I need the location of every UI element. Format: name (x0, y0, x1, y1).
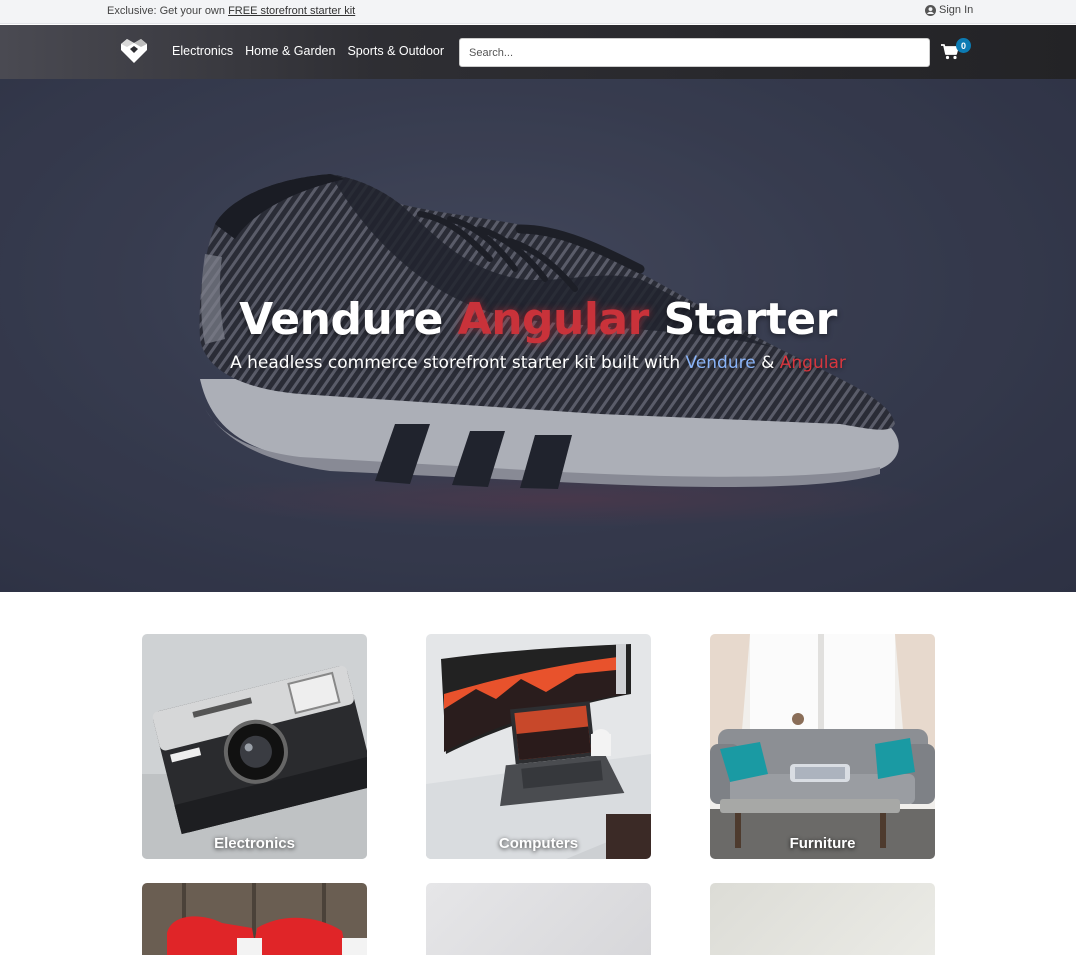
hero-subtitle-amp: & (755, 353, 780, 373)
promo-bar: Exclusive: Get your own FREE storefront … (0, 0, 1076, 24)
boxing-gloves-image (142, 883, 367, 955)
sofa-image (710, 634, 935, 859)
hero-title: Vendure Angular Starter (0, 294, 1076, 345)
sign-in-link[interactable]: Sign In (925, 4, 973, 16)
category-label: Computers (498, 835, 579, 852)
hero-title-angular: Angular (457, 294, 650, 345)
main-header: Electronics Home & Garden Sports & Outdo… (0, 25, 1076, 79)
hero-banner: Vendure Angular Starter A headless comme… (0, 79, 1076, 592)
nav-electronics[interactable]: Electronics (172, 44, 233, 58)
computer-image (426, 634, 651, 859)
category-card-4[interactable] (426, 883, 651, 955)
logo-icon[interactable] (119, 38, 149, 64)
nav-sports-outdoor[interactable]: Sports & Outdoor (347, 44, 444, 58)
category-card-computers[interactable]: Computers (426, 634, 651, 859)
search-input[interactable] (459, 38, 930, 67)
hero-title-starter: Starter (648, 294, 838, 345)
hero-subtitle: A headless commerce storefront starter k… (0, 353, 1076, 373)
hero-subtitle-angular: Angular (779, 353, 846, 373)
category-card-electronics[interactable]: Electronics (142, 634, 367, 859)
camera-image (142, 634, 367, 859)
nav-home-garden[interactable]: Home & Garden (245, 44, 335, 58)
category-card-5[interactable] (710, 883, 935, 955)
promo-label: Exclusive: Get your own (107, 5, 229, 17)
category-card-furniture[interactable]: Furniture (710, 634, 935, 859)
user-circle-icon (925, 4, 936, 16)
promo-text: Exclusive: Get your own FREE storefront … (107, 5, 355, 17)
hero-subtitle-text: A headless commerce storefront starter k… (230, 353, 686, 373)
category-label: Furniture (789, 835, 856, 852)
cart-count-badge: 0 (956, 38, 971, 53)
category-label: Electronics (214, 835, 295, 852)
sign-in-label: Sign In (939, 4, 974, 16)
category-card-sports[interactable] (142, 883, 367, 955)
promo-link[interactable]: FREE storefront starter kit (228, 5, 355, 17)
hero-subtitle-vendure: Vendure (685, 353, 756, 373)
main-nav: Electronics Home & Garden Sports & Outdo… (172, 44, 444, 58)
hero-title-vendure: Vendure (239, 294, 458, 345)
